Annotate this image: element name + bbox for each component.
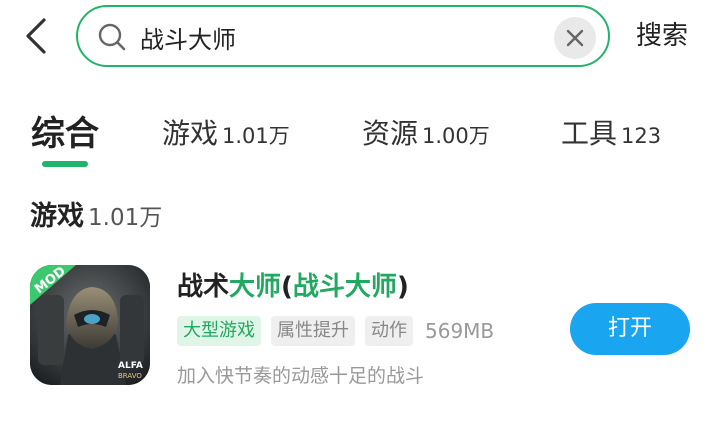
tag-large-game: 大型游戏 — [177, 316, 261, 346]
app-title[interactable]: 战术大师(战斗大师) — [177, 266, 409, 303]
tab-games[interactable]: 游戏 1.01万 — [162, 112, 290, 156]
app-icon-logo-sub: BRAVO — [118, 372, 142, 380]
app-description: 加入快节奏的动感十足的战斗 — [177, 365, 425, 387]
app-title-highlight: 战斗大师 — [292, 272, 397, 302]
tab-resources[interactable]: 资源 1.00万 — [362, 112, 490, 156]
app-title-part: 战术 — [177, 272, 230, 302]
close-icon — [566, 29, 584, 47]
tab-label: 资源 — [362, 117, 419, 150]
app-tags: 大型游戏 属性提升 动作 569MB — [177, 316, 494, 346]
tab-label: 综合 — [31, 114, 99, 154]
active-tab-indicator — [42, 161, 88, 167]
app-icon[interactable]: MOD ALFA BRAVO — [30, 265, 150, 385]
section-title: 游戏 1.01万 — [30, 194, 162, 233]
search-bar[interactable] — [76, 5, 610, 67]
tab-label: 工具 — [561, 117, 618, 150]
section-count: 1.01万 — [88, 205, 163, 231]
open-button[interactable]: 打开 — [570, 303, 690, 355]
search-input[interactable] — [140, 20, 540, 54]
search-button[interactable]: 搜索 — [636, 20, 688, 52]
clear-search-button[interactable] — [554, 17, 596, 59]
app-title-part: ( — [281, 272, 293, 302]
back-button[interactable] — [18, 16, 58, 56]
tab-all[interactable]: 综合 — [31, 106, 99, 154]
app-title-part: ) — [396, 272, 409, 302]
search-icon — [98, 23, 126, 51]
tab-count: 123 — [621, 124, 662, 148]
tab-label: 游戏 — [162, 117, 219, 150]
chevron-left-icon — [26, 18, 46, 54]
app-icon-logo: ALFA — [118, 361, 143, 371]
tab-tools[interactable]: 工具 123 — [561, 112, 661, 156]
tag-attribute-boost: 属性提升 — [271, 316, 355, 346]
app-title-highlight: 大师 — [229, 272, 282, 302]
section-label: 游戏 — [30, 201, 84, 232]
tab-count: 1.00万 — [422, 124, 490, 148]
tab-count: 1.01万 — [222, 124, 290, 148]
app-size: 569MB — [425, 319, 495, 343]
tag-action: 动作 — [365, 316, 413, 346]
